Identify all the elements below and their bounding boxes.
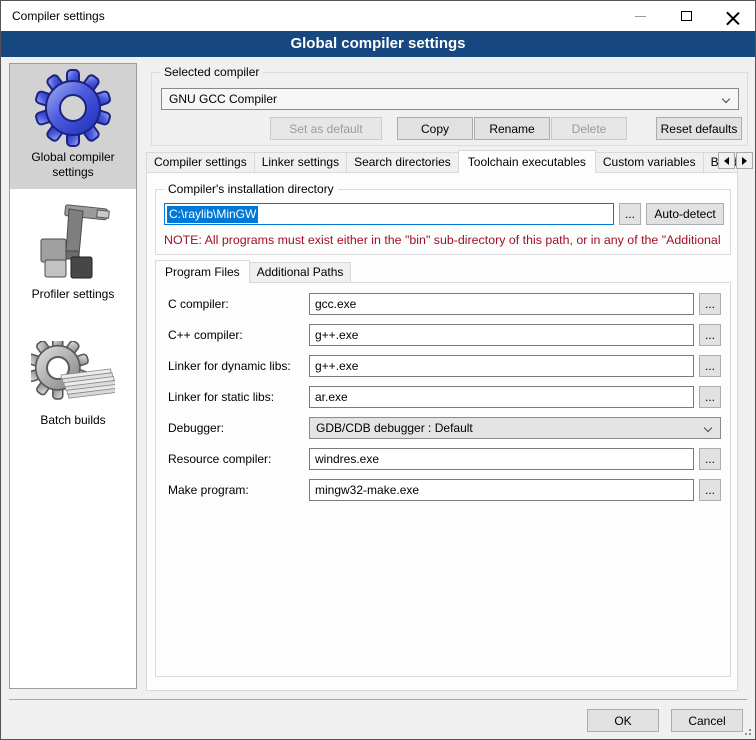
minimize-button[interactable] — [617, 1, 663, 31]
sidebar-item-profiler-settings[interactable]: Profiler settings — [10, 195, 136, 311]
page-title: Global compiler settings — [1, 31, 755, 57]
rename-button[interactable]: Rename — [474, 117, 550, 140]
debugger-select[interactable]: GDB/CDB debugger : Default — [309, 417, 721, 439]
sidebar-item-label: Global compiler settings — [31, 150, 114, 179]
window-title: Compiler settings — [1, 9, 105, 23]
cancel-button[interactable]: Cancel — [671, 709, 743, 732]
settings-category-list: Global compiler settings Profiler settin… — [9, 63, 137, 689]
installation-directory-group-label: Compiler's installation directory — [164, 182, 338, 196]
ok-button[interactable]: OK — [587, 709, 659, 732]
compiler-settings-dialog: Compiler settings Global compiler settin… — [0, 0, 756, 740]
auto-detect-button[interactable]: Auto-detect — [646, 203, 724, 225]
compiler-select[interactable]: GNU GCC Compiler — [161, 88, 739, 110]
installation-directory-input[interactable]: C:\raylib\MinGW — [164, 203, 614, 225]
copy-button[interactable]: Copy — [397, 117, 473, 140]
blue-gear-icon — [33, 68, 113, 148]
resource-compiler-label: Resource compiler: — [168, 452, 309, 466]
tab-custom-variables[interactable]: Custom variables — [595, 152, 704, 173]
make-program-browse-button[interactable]: ... — [699, 479, 721, 501]
resource-compiler-row: Resource compiler: ... — [168, 448, 721, 470]
c-compiler-browse-button[interactable]: ... — [699, 293, 721, 315]
cpp-compiler-browse-button[interactable]: ... — [699, 324, 721, 346]
sidebar-item-batch-builds[interactable]: Batch builds — [10, 337, 136, 437]
program-files-page: C compiler: ... C++ compiler: ... Linker… — [155, 282, 731, 677]
dynamic-linker-row: Linker for dynamic libs: ... — [168, 355, 721, 377]
make-program-label: Make program: — [168, 483, 309, 497]
selected-compiler-group-label: Selected compiler — [160, 65, 263, 79]
cpp-compiler-row: C++ compiler: ... — [168, 324, 721, 346]
installation-directory-browse-button[interactable]: ... — [619, 203, 641, 225]
static-linker-browse-button[interactable]: ... — [699, 386, 721, 408]
installation-directory-group: Compiler's installation directory C:\ray… — [155, 189, 731, 255]
close-button[interactable] — [709, 1, 755, 31]
paths-tabstrip: Program Files Additional Paths — [155, 261, 351, 283]
static-linker-row: Linker for static libs: ... — [168, 386, 721, 408]
tab-search-directories[interactable]: Search directories — [346, 152, 459, 173]
make-program-input[interactable] — [309, 479, 694, 501]
sidebar-item-label: Profiler settings — [32, 287, 115, 301]
debugger-row: Debugger: GDB/CDB debugger : Default — [168, 417, 721, 439]
dynamic-linker-input[interactable] — [309, 355, 694, 377]
toolchain-executables-page: Compiler's installation directory C:\ray… — [146, 172, 738, 691]
close-icon — [726, 10, 739, 23]
chevron-down-icon — [722, 95, 730, 103]
installation-directory-selected-text: C:\raylib\MinGW — [167, 206, 258, 223]
make-program-row: Make program: ... — [168, 479, 721, 501]
dynamic-linker-browse-button[interactable]: ... — [699, 355, 721, 377]
c-compiler-input[interactable] — [309, 293, 694, 315]
resource-compiler-browse-button[interactable]: ... — [699, 448, 721, 470]
tab-program-files[interactable]: Program Files — [155, 260, 250, 283]
resource-compiler-input[interactable] — [309, 448, 694, 470]
tab-scroll-right-button[interactable] — [736, 152, 753, 169]
tab-compiler-settings[interactable]: Compiler settings — [146, 152, 255, 173]
reset-defaults-button[interactable]: Reset defaults — [656, 117, 742, 140]
tab-scroll-left-button[interactable] — [718, 152, 735, 169]
sidebar-item-global-compiler-settings[interactable]: Global compiler settings — [10, 64, 136, 189]
maximize-button[interactable] — [663, 1, 709, 31]
delete-button: Delete — [551, 117, 627, 140]
c-compiler-row: C compiler: ... — [168, 293, 721, 315]
static-linker-label: Linker for static libs: — [168, 390, 309, 404]
resize-grip[interactable] — [741, 725, 751, 735]
window-controls — [617, 1, 755, 31]
batch-builds-gear-stack-icon — [31, 341, 115, 411]
set-as-default-button: Set as default — [270, 117, 382, 140]
arrow-right-icon — [742, 157, 747, 165]
static-linker-input[interactable] — [309, 386, 694, 408]
debugger-select-value: GDB/CDB debugger : Default — [316, 421, 473, 435]
c-compiler-label: C compiler: — [168, 297, 309, 311]
compiler-select-value: GNU GCC Compiler — [169, 92, 277, 106]
tab-additional-paths[interactable]: Additional Paths — [249, 262, 352, 283]
arrow-left-icon — [724, 157, 729, 165]
selected-compiler-group: Selected compiler GNU GCC Compiler Set a… — [151, 72, 748, 146]
chevron-down-icon — [704, 424, 712, 432]
debugger-label: Debugger: — [168, 421, 309, 435]
cpp-compiler-label: C++ compiler: — [168, 328, 309, 342]
maximize-icon — [681, 11, 692, 21]
sidebar-item-label: Batch builds — [40, 413, 105, 427]
profiler-caliper-icon — [33, 199, 113, 285]
tab-linker-settings[interactable]: Linker settings — [254, 152, 347, 173]
installation-directory-note: NOTE: All programs must exist either in … — [164, 233, 729, 247]
cpp-compiler-input[interactable] — [309, 324, 694, 346]
settings-tabstrip: Compiler settings Linker settings Search… — [146, 150, 738, 173]
titlebar: Compiler settings — [1, 1, 755, 31]
dynamic-linker-label: Linker for dynamic libs: — [168, 359, 309, 373]
minimize-icon — [635, 16, 646, 17]
footer-separator — [9, 699, 747, 700]
tab-toolchain-executables[interactable]: Toolchain executables — [458, 150, 596, 173]
